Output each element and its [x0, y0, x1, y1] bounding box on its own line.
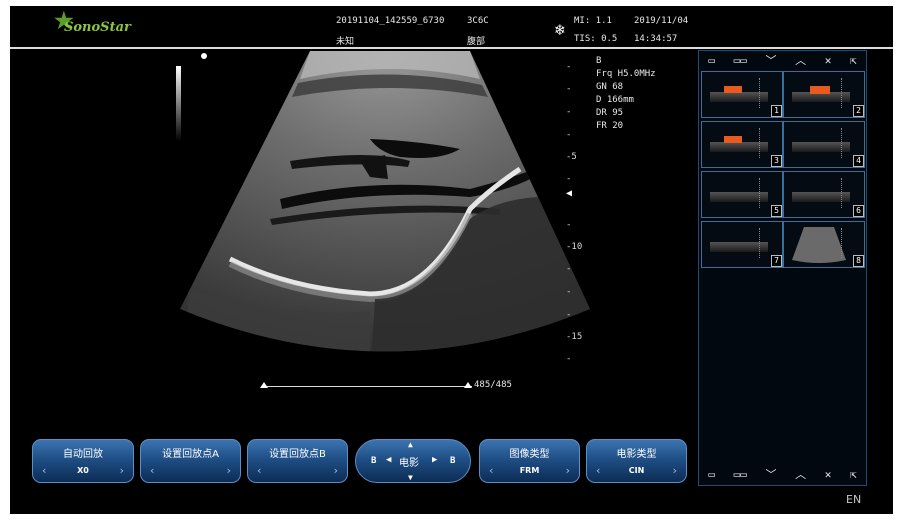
- gain-value: GN 68: [596, 82, 624, 92]
- exam-region: 腹部: [467, 37, 486, 47]
- ultrasound-image[interactable]: [170, 49, 600, 379]
- thumbnail-toolbar-bottom: ▭ ▭▭ ﹀ ︿ ✕ ⇱: [699, 468, 866, 482]
- close-icon[interactable]: ✕: [825, 54, 832, 68]
- thumbnail-number: 8: [853, 255, 864, 267]
- arrow-left-icon[interactable]: ◀: [386, 455, 391, 465]
- chevron-right-icon[interactable]: ›: [564, 464, 571, 477]
- patient-name: 未知: [336, 37, 355, 47]
- single-view-icon[interactable]: ▭: [708, 54, 715, 68]
- thumbnail[interactable]: 4: [783, 121, 865, 168]
- snowflake-icon[interactable]: ❄: [555, 20, 565, 39]
- cine-end-handle[interactable]: [464, 382, 472, 388]
- chevron-left-icon[interactable]: ‹: [149, 464, 156, 477]
- thumbnail-toolbar-top: ▭ ▭▭ ﹀ ︿ ✕ ⇱: [699, 54, 866, 68]
- depth-tick: -: [566, 107, 572, 117]
- chevron-left-icon[interactable]: ‹: [41, 464, 48, 477]
- cine-right-b: B: [450, 456, 456, 466]
- imaging-params: B Frq H5.0MHz GN 68 D 166mm DR 95 FR 20: [596, 55, 656, 133]
- dynamic-range-value: DR 95: [596, 108, 624, 118]
- probe-name: 3C6C: [467, 16, 489, 26]
- depth-label: -5: [566, 152, 577, 162]
- thumbnail[interactable]: 5: [701, 171, 783, 218]
- chevron-down-icon[interactable]: ﹀: [765, 54, 776, 68]
- export-icon[interactable]: ⇱: [850, 468, 857, 482]
- depth-tick: -: [566, 174, 572, 184]
- export-icon[interactable]: ⇱: [850, 54, 857, 68]
- cine-start-handle[interactable]: [260, 382, 268, 388]
- chevron-right-icon[interactable]: ›: [332, 464, 339, 477]
- depth-tick: -: [566, 310, 572, 320]
- set-replay-point-b-button[interactable]: 设置回放点B ‹ ›: [247, 439, 348, 483]
- frame-rate-value: FR 20: [596, 121, 624, 131]
- arrow-down-icon[interactable]: ▼: [408, 473, 413, 482]
- mi-value: MI: 1.1: [574, 16, 612, 26]
- thumbnail-number: 2: [853, 105, 864, 117]
- close-icon[interactable]: ✕: [825, 468, 832, 482]
- depth-tick: -: [566, 354, 572, 364]
- single-view-icon[interactable]: ▭: [708, 468, 715, 482]
- date: 2019/11/04: [634, 16, 689, 26]
- cine-label: 电影: [399, 458, 419, 469]
- dual-view-icon[interactable]: ▭▭: [734, 54, 747, 68]
- thumbnail-number: 7: [771, 255, 782, 267]
- thumbnail[interactable]: 1: [701, 71, 783, 118]
- depth-tick: -: [566, 264, 572, 274]
- depth-label: -15: [566, 332, 583, 342]
- thumbnail-number: 5: [771, 205, 782, 217]
- time: 14:34:57: [634, 34, 678, 44]
- exam-id: 20191104_142559_6730: [336, 16, 445, 26]
- chevron-left-icon[interactable]: ‹: [488, 464, 495, 477]
- thumbnail-number: 4: [853, 155, 864, 167]
- ultrasound-screen: ★ SonoStar 20191104_142559_6730 3C6C 未知 …: [10, 6, 893, 514]
- depth-tick: -: [566, 130, 572, 140]
- language-indicator[interactable]: EN: [846, 493, 861, 506]
- thumbnail[interactable]: 3: [701, 121, 783, 168]
- chevron-up-icon[interactable]: ︿: [795, 54, 806, 68]
- depth-tick: -: [566, 287, 572, 297]
- depth-value: D 166mm: [596, 95, 634, 105]
- depth-tick: -: [566, 84, 572, 94]
- chevron-up-icon[interactable]: ︿: [795, 468, 806, 482]
- chevron-left-icon[interactable]: ‹: [595, 464, 602, 477]
- tis-value: TIS: 0.5: [574, 34, 618, 44]
- chevron-left-icon[interactable]: ‹: [256, 464, 263, 477]
- depth-label: -10: [566, 242, 583, 252]
- thumbnail[interactable]: 6: [783, 171, 865, 218]
- chevron-down-icon[interactable]: ﹀: [765, 468, 776, 482]
- arrow-right-icon[interactable]: ▶: [432, 455, 437, 465]
- thumbnail-number: 6: [853, 205, 864, 217]
- depth-tick: -: [566, 62, 572, 72]
- frequency-value: Frq H5.0MHz: [596, 69, 656, 79]
- thumbnail[interactable]: 8: [783, 221, 865, 268]
- thumbnail-panel: ▭ ▭▭ ﹀ ︿ ✕ ⇱ 1 2 3 4 5 6 7 8 ▭ ▭▭ ﹀ ︿ ✕ …: [698, 50, 867, 486]
- focus-marker-icon[interactable]: ◀: [566, 188, 572, 199]
- cine-left-b: B: [371, 456, 377, 466]
- chevron-right-icon[interactable]: ›: [225, 464, 232, 477]
- arrow-up-icon[interactable]: ▲: [408, 440, 413, 449]
- mode-label: B: [596, 56, 602, 66]
- cine-navigator[interactable]: ▲ ▼ B ◀ 电影 ▶ B: [355, 439, 471, 483]
- cine-type-button[interactable]: 电影类型 CIN ‹ ›: [586, 439, 687, 483]
- set-replay-point-a-button[interactable]: 设置回放点A ‹ ›: [140, 439, 241, 483]
- depth-tick: -: [566, 220, 572, 230]
- sonostar-logo: ★ SonoStar: [54, 8, 131, 35]
- chevron-right-icon[interactable]: ›: [118, 464, 125, 477]
- thumbnail-number: 3: [771, 155, 782, 167]
- chevron-right-icon[interactable]: ›: [671, 464, 678, 477]
- thumbnail-number: 1: [771, 105, 782, 117]
- image-type-button[interactable]: 图像类型 FRM ‹ ›: [479, 439, 580, 483]
- cine-position: 485/485: [474, 380, 512, 390]
- thumbnail[interactable]: 2: [783, 71, 865, 118]
- dual-view-icon[interactable]: ▭▭: [734, 468, 747, 482]
- thumbnail[interactable]: 7: [701, 221, 783, 268]
- cine-progress-bar[interactable]: [264, 386, 472, 387]
- auto-replay-button[interactable]: 自动回放 X0 ‹ ›: [32, 439, 134, 483]
